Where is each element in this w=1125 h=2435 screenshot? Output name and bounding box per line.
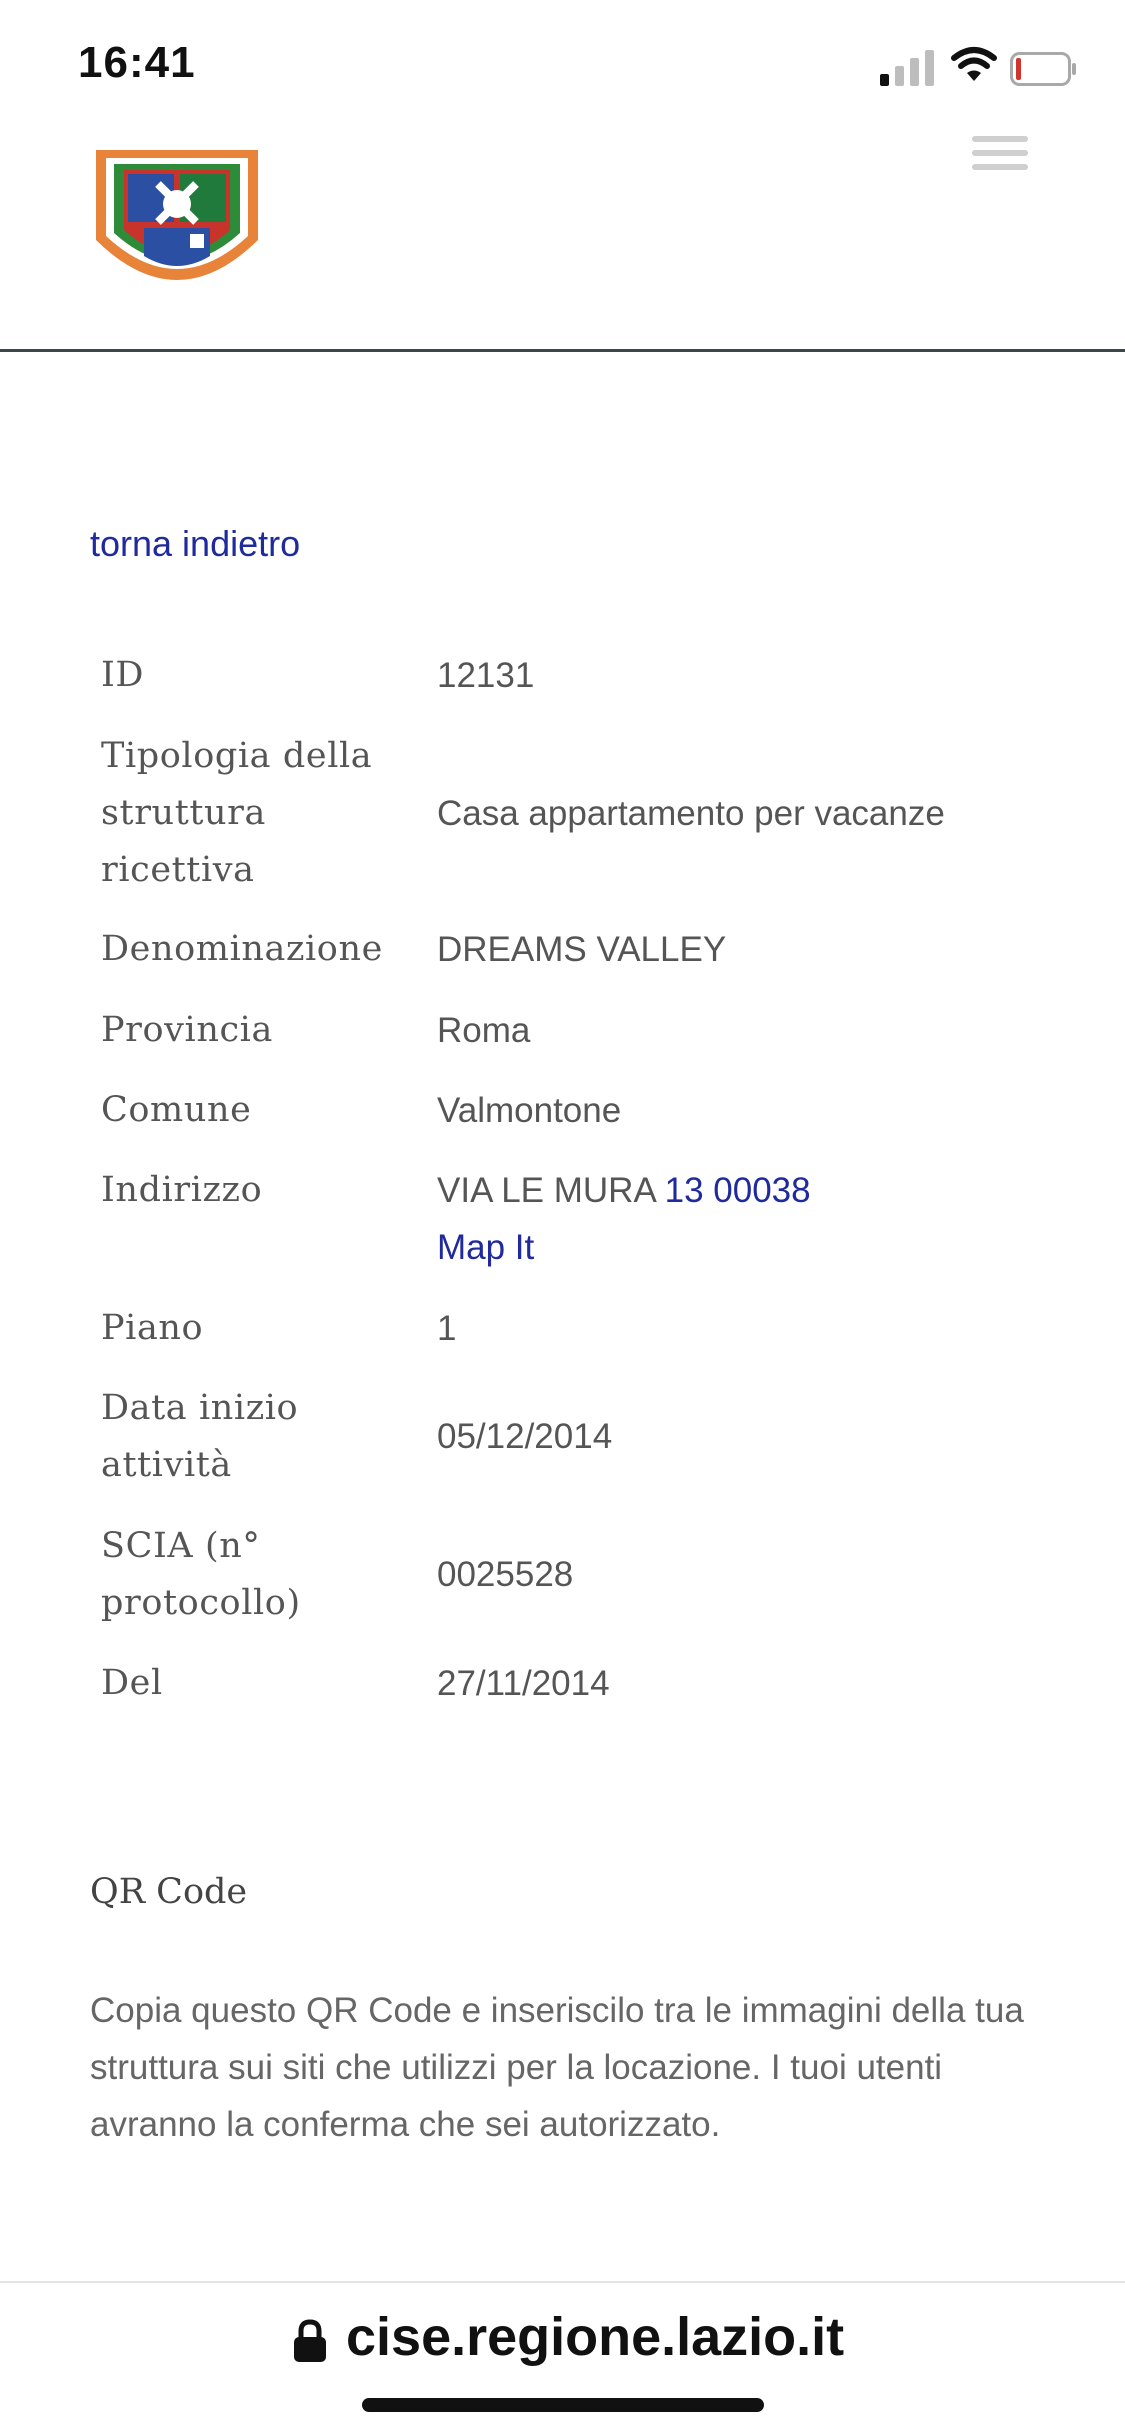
url-bar[interactable]: cise.regione.lazio.it bbox=[346, 2306, 844, 2368]
detail-label-scia: SCIA (n° protocollo) bbox=[101, 1526, 301, 1623]
map-it-link[interactable]: Map It bbox=[437, 1228, 534, 1267]
detail-label-piano: Piano bbox=[101, 1308, 204, 1348]
detail-value-denominazione: DREAMS VALLEY bbox=[437, 930, 727, 969]
detail-value-scia: 0025528 bbox=[437, 1555, 574, 1594]
lock-icon bbox=[294, 2319, 326, 2362]
wifi-icon bbox=[951, 47, 997, 81]
address-street: VIA LE MURA bbox=[437, 1171, 655, 1210]
browser-bar-divider bbox=[0, 2281, 1125, 2283]
battery-icon bbox=[1010, 52, 1076, 86]
hamburger-menu-icon[interactable] bbox=[972, 136, 1028, 170]
cellular-signal-icon bbox=[880, 48, 938, 86]
detail-value-data-inizio: 05/12/2014 bbox=[437, 1417, 613, 1456]
detail-value-provincia: Roma bbox=[437, 1011, 531, 1050]
detail-label-comune: Comune bbox=[101, 1090, 252, 1130]
address-number-link[interactable]: 13 00038 bbox=[665, 1171, 811, 1210]
detail-label-id: ID bbox=[101, 655, 145, 695]
detail-value-piano: 1 bbox=[437, 1309, 457, 1348]
detail-value-id: 12131 bbox=[437, 656, 535, 695]
detail-label-provincia: Provincia bbox=[101, 1010, 273, 1050]
detail-label-tipologia: Tipologia della struttura ricettiva bbox=[101, 736, 373, 890]
detail-label-data-inizio: Data inizio attività bbox=[101, 1388, 299, 1485]
detail-label-indirizzo: Indirizzo bbox=[101, 1170, 263, 1210]
status-time: 16:41 bbox=[78, 38, 196, 87]
detail-label-denominazione: Denominazione bbox=[101, 929, 383, 969]
header-divider bbox=[0, 349, 1125, 352]
back-link[interactable]: torna indietro bbox=[90, 523, 300, 565]
qr-section-text: Copia questo QR Code e inseriscilo tra l… bbox=[90, 1991, 1024, 2144]
detail-label-del: Del bbox=[101, 1663, 163, 1703]
detail-value-tipologia: Casa appartamento per vacanze bbox=[437, 794, 945, 833]
qr-section-title: QR Code bbox=[90, 1872, 248, 1912]
regione-lazio-logo-icon bbox=[96, 150, 258, 280]
home-indicator[interactable] bbox=[362, 2398, 764, 2412]
detail-value-comune: Valmontone bbox=[437, 1091, 622, 1130]
detail-value-del: 27/11/2014 bbox=[437, 1664, 610, 1703]
detail-value-indirizzo: VIA LE MURA 13 00038 Map It bbox=[437, 1162, 1077, 1276]
